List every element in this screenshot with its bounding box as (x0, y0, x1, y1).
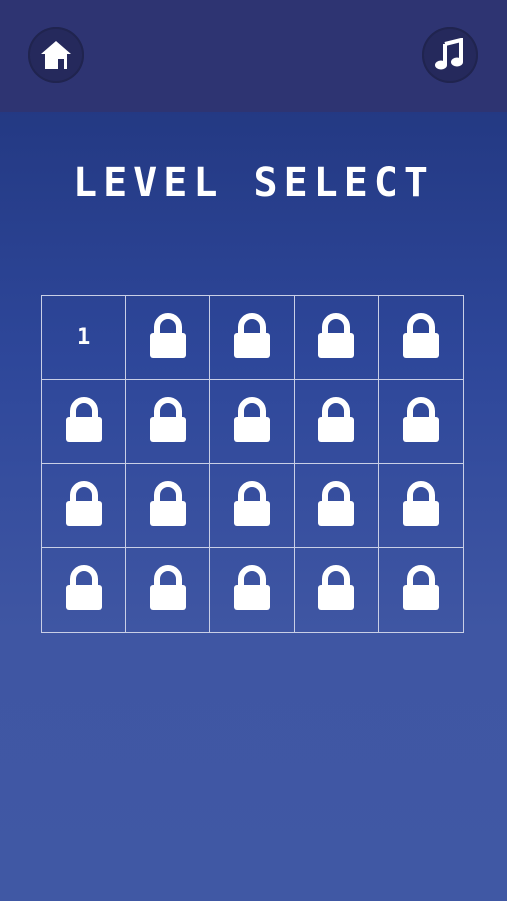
level-cell[interactable] (294, 464, 379, 548)
lock-icon (232, 396, 272, 447)
level-cell[interactable] (126, 464, 211, 548)
lock-icon (401, 480, 441, 531)
level-cell[interactable] (126, 380, 211, 464)
level-cell[interactable] (42, 548, 127, 632)
lock-icon (64, 396, 104, 447)
lock-icon (148, 396, 188, 447)
level-cell[interactable] (42, 380, 127, 464)
level-cell[interactable] (126, 296, 211, 380)
level-cell[interactable] (210, 464, 295, 548)
level-grid: 1 (41, 295, 464, 633)
level-cell[interactable] (126, 548, 211, 632)
lock-icon (316, 312, 356, 363)
level-cell[interactable] (378, 296, 463, 380)
lock-icon (148, 312, 188, 363)
home-button[interactable] (28, 27, 84, 83)
lock-icon (401, 396, 441, 447)
lock-icon (64, 480, 104, 531)
lock-icon (316, 480, 356, 531)
level-cell[interactable] (378, 464, 463, 548)
lock-icon (232, 480, 272, 531)
lock-icon (232, 565, 272, 615)
lock-icon (64, 565, 104, 615)
home-icon (41, 41, 71, 69)
level-cell[interactable]: 1 (42, 296, 127, 380)
level-cell[interactable] (210, 380, 295, 464)
level-cell[interactable] (294, 296, 379, 380)
music-button[interactable] (422, 27, 478, 83)
lock-icon (316, 396, 356, 447)
page-title: LEVEL SELECT (73, 160, 434, 206)
level-cell[interactable] (294, 380, 379, 464)
level-cell[interactable] (210, 548, 295, 632)
level-cell[interactable] (295, 548, 379, 632)
lock-icon (401, 565, 441, 615)
lock-icon (148, 480, 188, 531)
level-cell[interactable] (379, 548, 463, 632)
music-note-icon (435, 38, 463, 70)
level-cell[interactable] (42, 464, 127, 548)
lock-icon (316, 565, 356, 615)
lock-icon (148, 565, 188, 615)
lock-icon (232, 312, 272, 363)
top-bar (0, 0, 507, 112)
level-cell[interactable] (378, 380, 463, 464)
lock-icon (401, 312, 441, 363)
level-select-screen: LEVEL SELECT 1 (0, 0, 507, 901)
level-number: 1 (76, 325, 91, 350)
level-cell[interactable] (210, 296, 295, 380)
